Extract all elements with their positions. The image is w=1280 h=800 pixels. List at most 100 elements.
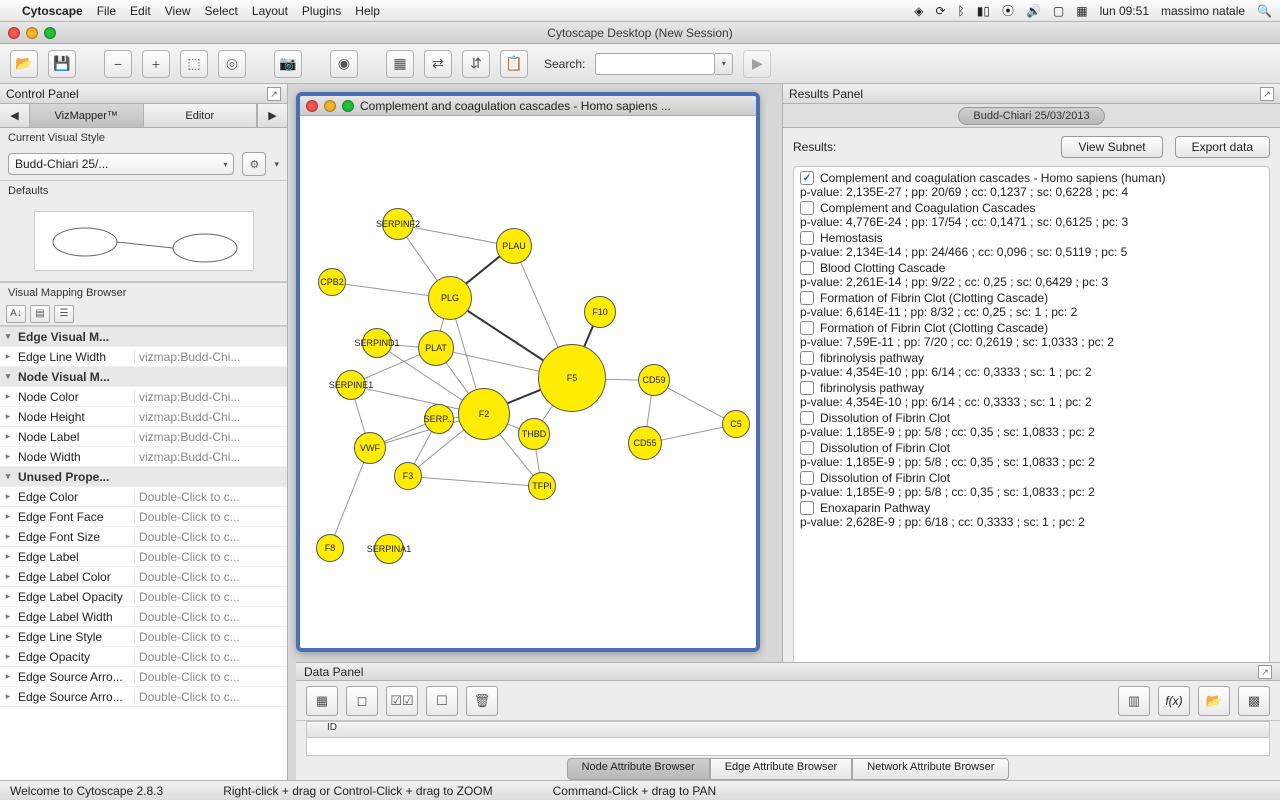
- result-checkbox[interactable]: [800, 351, 814, 365]
- tree-row[interactable]: ▸Edge Label ColorDouble-Click to c...: [0, 567, 287, 587]
- tree-row[interactable]: ▸Edge Label WidthDouble-Click to c...: [0, 607, 287, 627]
- zoom-in-icon[interactable]: +: [142, 50, 170, 78]
- sort-group-icon[interactable]: ▤: [30, 305, 50, 323]
- zoom-out-icon[interactable]: −: [104, 50, 132, 78]
- result-item[interactable]: Blood Clotting Cascadep-value: 2,261E-14…: [800, 261, 1263, 289]
- network-node[interactable]: SERPINE1: [336, 370, 366, 400]
- network-node[interactable]: F5: [538, 344, 606, 412]
- date-icon[interactable]: ▦: [1076, 4, 1087, 18]
- display-icon[interactable]: ▢: [1053, 4, 1064, 18]
- search-dropdown[interactable]: ▾: [715, 53, 733, 75]
- view-subnet-button[interactable]: View Subnet: [1061, 136, 1162, 158]
- tree-row[interactable]: ▸Edge ColorDouble-Click to c...: [0, 487, 287, 507]
- net-min[interactable]: [324, 100, 336, 112]
- tree-row[interactable]: ▸Node Colorvizmap:Budd-Chi...: [0, 387, 287, 407]
- tree-row[interactable]: ▸Node Widthvizmap:Budd-Chi...: [0, 447, 287, 467]
- close-window[interactable]: [8, 27, 20, 39]
- network-node[interactable]: CPB2: [318, 268, 346, 296]
- tab-node-attrs[interactable]: Node Attribute Browser: [567, 758, 710, 780]
- minimize-window[interactable]: [26, 27, 38, 39]
- wifi-icon[interactable]: ⦿: [1002, 2, 1014, 19]
- tree-row[interactable]: ▸Edge Line StyleDouble-Click to c...: [0, 627, 287, 647]
- tree-row[interactable]: ▾Edge Visual M...: [0, 327, 287, 347]
- network-canvas[interactable]: SERPINF2PLAUCPB2PLGSERPIND1PLATF10SERPIN…: [300, 116, 756, 648]
- sync-icon[interactable]: ⟳: [935, 4, 945, 18]
- net-close[interactable]: [306, 100, 318, 112]
- uncheckall-icon[interactable]: ☐: [426, 686, 458, 716]
- save-icon[interactable]: 💾: [48, 50, 76, 78]
- defaults-preview[interactable]: [0, 201, 287, 281]
- network-node[interactable]: CD59: [638, 364, 670, 396]
- open-icon[interactable]: 📂: [10, 50, 38, 78]
- zoom-selected-icon[interactable]: ◎: [218, 50, 246, 78]
- result-item[interactable]: Complement and Coagulation Cascadesp-val…: [800, 201, 1263, 229]
- tree-row[interactable]: ▸Node Labelvizmap:Budd-Chi...: [0, 427, 287, 447]
- network-node[interactable]: SERP...: [424, 404, 454, 434]
- tab-editor[interactable]: Editor: [144, 104, 258, 127]
- network-node[interactable]: CD55: [628, 426, 662, 460]
- export-data-button[interactable]: Export data: [1175, 136, 1270, 158]
- result-item[interactable]: Formation of Fibrin Clot (Clotting Casca…: [800, 291, 1263, 319]
- menu-plugins[interactable]: Plugins: [302, 4, 341, 18]
- clock[interactable]: lun 09:51: [1100, 4, 1149, 18]
- results-tab[interactable]: Budd-Chiari 25/03/2013: [958, 107, 1104, 125]
- results-undock-icon[interactable]: ↗: [1260, 87, 1274, 101]
- data-table[interactable]: ID: [306, 721, 1270, 756]
- network-node[interactable]: F2: [458, 388, 510, 440]
- mapping-tree[interactable]: ▾Edge Visual M...▸Edge Line Widthvizmap:…: [0, 326, 287, 780]
- heatmap-icon[interactable]: ▩: [1238, 686, 1270, 716]
- result-checkbox[interactable]: [800, 201, 814, 215]
- network-node[interactable]: TFPI: [528, 472, 556, 500]
- result-item[interactable]: Hemostasisp-value: 2,134E-14 ; pp: 24/46…: [800, 231, 1263, 259]
- tree-row[interactable]: ▸Edge Line Widthvizmap:Budd-Chi...: [0, 347, 287, 367]
- menu-help[interactable]: Help: [355, 4, 380, 18]
- menu-file[interactable]: File: [97, 4, 116, 18]
- network-node[interactable]: PLAU: [496, 228, 532, 264]
- spotlight-icon[interactable]: 🔍: [1257, 4, 1272, 18]
- undock-icon[interactable]: ↗: [267, 87, 281, 101]
- gdrive-icon[interactable]: ◈: [914, 4, 923, 18]
- tree-row[interactable]: ▸Edge Font SizeDouble-Click to c...: [0, 527, 287, 547]
- network-node[interactable]: THBD: [518, 418, 550, 450]
- zoom-fit-icon[interactable]: ⬚: [180, 50, 208, 78]
- net-zoom[interactable]: [342, 100, 354, 112]
- style-options-icon[interactable]: ⚙: [242, 152, 266, 176]
- result-checkbox[interactable]: [800, 501, 814, 515]
- result-checkbox[interactable]: [800, 321, 814, 335]
- result-checkbox[interactable]: [800, 471, 814, 485]
- result-checkbox[interactable]: [800, 441, 814, 455]
- sort-az-icon[interactable]: A↓: [6, 305, 26, 323]
- result-checkbox[interactable]: [800, 171, 814, 185]
- menu-view[interactable]: View: [165, 4, 191, 18]
- preferences-icon[interactable]: 📋: [500, 50, 528, 78]
- result-item[interactable]: Dissolution of Fibrin Clotp-value: 1,185…: [800, 411, 1263, 439]
- align-icon[interactable]: ⇄: [424, 50, 452, 78]
- result-item[interactable]: Formation of Fibrin Clot (Clotting Casca…: [800, 321, 1263, 349]
- data-undock-icon[interactable]: ↗: [1258, 665, 1272, 679]
- style-select[interactable]: Budd-Chiari 25/...▾: [8, 153, 234, 175]
- tree-row[interactable]: ▸Edge Source Arro...Double-Click to c...: [0, 667, 287, 687]
- show-hide-icon[interactable]: ▦: [386, 50, 414, 78]
- result-item[interactable]: fibrinolysis pathwayp-value: 4,354E-10 ;…: [800, 381, 1263, 409]
- user[interactable]: massimo natale: [1161, 4, 1245, 18]
- tab-edge-attrs[interactable]: Edge Attribute Browser: [710, 758, 853, 780]
- result-item[interactable]: Complement and coagulation cascades - Ho…: [800, 171, 1263, 199]
- network-node[interactable]: F3: [394, 462, 422, 490]
- result-checkbox[interactable]: [800, 231, 814, 245]
- network-node[interactable]: SERPINF2: [382, 208, 414, 240]
- result-checkbox[interactable]: [800, 411, 814, 425]
- select-icon[interactable]: ◻: [346, 686, 378, 716]
- network-node[interactable]: PLAT: [418, 330, 454, 366]
- table-icon[interactable]: ▦: [306, 686, 338, 716]
- tree-row[interactable]: ▾Unused Prope...: [0, 467, 287, 487]
- network-edge[interactable]: [408, 476, 542, 487]
- birdseye-icon[interactable]: ◉: [330, 50, 358, 78]
- result-item[interactable]: fibrinolysis pathwayp-value: 4,354E-10 ;…: [800, 351, 1263, 379]
- new-attr-icon[interactable]: ▥: [1118, 686, 1150, 716]
- delete-icon[interactable]: 🗑: [466, 686, 498, 716]
- app-menu[interactable]: Cytoscape: [22, 4, 83, 18]
- result-checkbox[interactable]: [800, 381, 814, 395]
- tab-vizmapper[interactable]: VizMapper™: [30, 104, 144, 127]
- network-node[interactable]: F8: [316, 534, 344, 562]
- network-node[interactable]: SERPIND1: [362, 328, 392, 358]
